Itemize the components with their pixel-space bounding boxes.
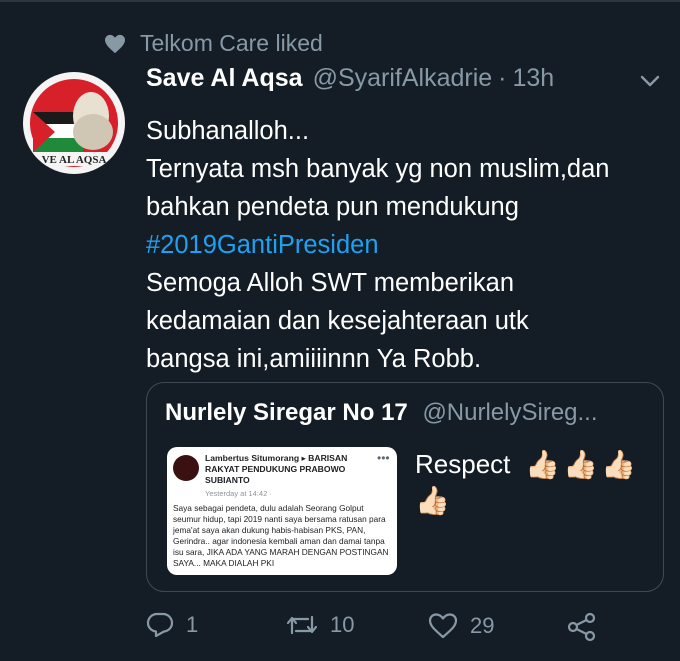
retweet-button[interactable]: 10 [286,612,354,638]
reply-icon [146,612,174,638]
quoted-display-name: Nurlely Siregar No 17 [165,399,408,426]
display-name[interactable]: Save Al Aqsa [146,64,303,93]
thumbs-up-icon: 👍🏻 [563,449,598,480]
heart-icon [104,34,126,54]
fb-post-author: Lambertus Situmorang ▸ BARISAN RAKYAT PE… [205,453,348,485]
reply-count: 1 [186,612,199,637]
chevron-down-icon[interactable] [640,74,660,93]
avatar-text: VE AL AQSA [42,154,107,166]
quoted-tweet[interactable]: Nurlely Siregar No 17 @NurlelySireg... L… [146,382,664,592]
reply-button[interactable]: 1 [146,612,198,638]
tweet-text-part1: Subhanalloh... Ternyata msh banyak yg no… [146,117,610,221]
quoted-tweet-header: Nurlely Siregar No 17 @NurlelySireg... [165,399,655,427]
separator: · [498,64,507,92]
thumbs-up-icon: 👍🏻 [525,449,560,480]
tweet-header: Save Al Aqsa @SyarifAlkadrie · 13h [146,64,666,93]
fb-post-text: Saya sebagai pendeta, dulu adalah Seoran… [173,503,389,568]
thumbs-up-icon: 👍🏻 [415,485,450,516]
like-count: 29 [470,613,495,638]
top-divider [0,0,680,2]
hashtag-link[interactable]: #2019GantiPresiden [146,226,666,264]
avatar[interactable]: VE AL AQSA [23,72,125,174]
tweet-text-part2: Semoga Alloh SWT memberikan kedamaian da… [146,269,529,373]
like-icon [428,612,458,640]
share-button[interactable] [566,612,598,642]
tweet-text: Subhanalloh... Ternyata msh banyak yg no… [146,112,666,378]
tweet-timestamp[interactable]: 13h [513,64,555,93]
social-context[interactable]: Telkom Care liked [104,30,323,57]
fb-post-date: Yesterday at 14:42 · [205,489,272,498]
more-icon: ••• [377,451,390,465]
retweet-icon [286,613,318,637]
like-button[interactable]: 29 [428,612,494,640]
retweet-count: 10 [330,612,355,637]
fb-avatar [173,455,199,481]
share-icon [566,612,598,642]
quoted-image[interactable]: Lambertus Situmorang ▸ BARISAN RAKYAT PE… [167,447,397,575]
tweet-actions: 1 10 29 [146,612,666,652]
user-handle[interactable]: @SyarifAlkadrie [313,64,493,93]
quoted-user-handle: @NurlelySireg... [422,399,598,426]
quoted-tweet-text: Respect [415,449,511,479]
thumbs-up-icon: 👍🏻 [601,449,636,480]
social-context-text: Telkom Care liked [140,30,323,56]
